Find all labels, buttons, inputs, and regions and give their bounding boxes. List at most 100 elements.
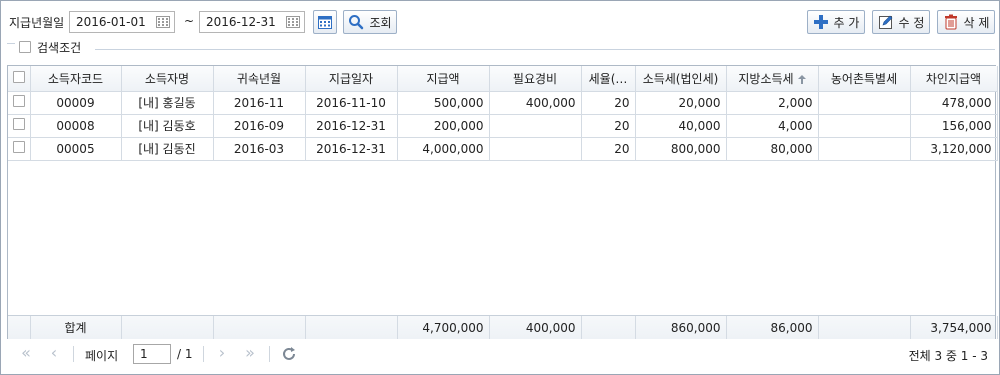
trash-icon [944, 14, 957, 30]
window-frame: 지급년월일 2016-01-01 ~ 2016-12-31 조회 추 가 수 정… [0, 0, 1000, 375]
row-select-cell[interactable] [8, 91, 31, 115]
add-button[interactable]: 추 가 [807, 10, 865, 34]
cell[interactable]: 2016-09 [213, 114, 306, 138]
cell[interactable]: [내] 김동진 [121, 137, 214, 161]
summary-expense: 400,000 [489, 316, 582, 339]
cell[interactable]: 2016-11-10 [305, 91, 398, 115]
cell[interactable]: 478,000 [910, 91, 998, 115]
search-button-label: 조회 [369, 15, 392, 30]
cell[interactable]: 20 [581, 91, 636, 115]
data-grid: 소득자코드 소득자명 귀속년월 지급일자 지급액 필요경비 세율(… 소득세(법… [7, 65, 998, 339]
condition-divider-line [95, 49, 995, 50]
column-header[interactable]: 차인지급액 [910, 66, 998, 92]
edit-pencil-icon [878, 15, 892, 29]
add-button-label: 추 가 [833, 15, 860, 30]
cell[interactable]: 2016-12-31 [305, 114, 398, 138]
cell[interactable] [489, 114, 582, 138]
cell[interactable]: 400,000 [489, 91, 582, 115]
summary-cell-empty [213, 316, 306, 339]
row-checkbox[interactable] [13, 141, 25, 153]
cell[interactable]: 20 [581, 114, 636, 138]
cell[interactable]: 00009 [30, 91, 122, 115]
cell[interactable]: 40,000 [635, 114, 727, 138]
row-checkbox[interactable] [13, 118, 25, 130]
search-condition-label: 검색조건 [37, 41, 82, 55]
cell[interactable] [818, 137, 911, 161]
edit-button-label: 수 정 [898, 15, 925, 30]
date-from-field[interactable]: 2016-01-01 [69, 11, 175, 33]
cell[interactable]: 800,000 [635, 137, 727, 161]
summary-local-tax: 86,000 [726, 316, 819, 339]
row-checkbox[interactable] [13, 95, 25, 107]
page-number-input[interactable]: 1 [133, 344, 171, 364]
cell[interactable]: 2016-03 [213, 137, 306, 161]
plus-icon [813, 15, 828, 29]
column-header[interactable]: 필요경비 [489, 66, 582, 92]
table-row[interactable]: 00008 [내] 김동호 2016-09 2016-12-31 200,000… [8, 114, 998, 138]
row-select-cell[interactable] [8, 137, 31, 161]
column-header-sorted[interactable]: 지방소득세 [726, 66, 819, 92]
column-header[interactable]: 귀속년월 [213, 66, 306, 92]
prev-page-icon[interactable]: ‹ [45, 344, 63, 362]
search-condition-checkbox[interactable] [19, 41, 31, 53]
summary-cell-empty [818, 316, 911, 339]
sort-ascending-icon [797, 74, 806, 84]
cell[interactable]: 156,000 [910, 114, 998, 138]
next-page-icon[interactable]: › [213, 344, 231, 362]
header-select-all[interactable] [8, 66, 31, 92]
cell[interactable]: 4,000 [726, 114, 819, 138]
last-page-icon[interactable]: » [241, 344, 259, 362]
calendar-button[interactable] [313, 10, 337, 34]
pager-separator [203, 346, 204, 362]
cell[interactable]: 20 [581, 137, 636, 161]
summary-cell-empty [581, 316, 636, 339]
table-row[interactable]: 00009 [내] 홍길동 2016-11 2016-11-10 500,000… [8, 91, 998, 115]
column-header[interactable]: 소득세(법인세) [635, 66, 727, 92]
cell[interactable]: 4,000,000 [397, 137, 490, 161]
cell[interactable]: [내] 홍길동 [121, 91, 214, 115]
column-header[interactable]: 소득자명 [121, 66, 214, 92]
edit-button[interactable]: 수 정 [872, 10, 930, 34]
cell[interactable]: 500,000 [397, 91, 490, 115]
summary-cell-empty [305, 316, 398, 339]
cell[interactable]: 80,000 [726, 137, 819, 161]
column-header[interactable]: 세율(… [581, 66, 636, 92]
row-select-cell[interactable] [8, 114, 31, 138]
date-to-field[interactable]: 2016-12-31 [199, 11, 305, 33]
pager-separator [73, 346, 74, 362]
date-range-tilde: ~ [184, 14, 195, 28]
summary-cell-empty [121, 316, 214, 339]
cell[interactable]: 00005 [30, 137, 122, 161]
date-from-value: 2016-01-01 [76, 15, 146, 29]
cell[interactable]: 200,000 [397, 114, 490, 138]
column-header[interactable]: 지급액 [397, 66, 490, 92]
delete-button[interactable]: 삭 제 [937, 10, 995, 34]
first-page-icon[interactable]: « [17, 344, 35, 362]
summary-net-pay: 3,754,000 [910, 316, 998, 339]
pager-separator [269, 346, 270, 362]
cell[interactable]: 2016-12-31 [305, 137, 398, 161]
cell[interactable]: 20,000 [635, 91, 727, 115]
calendar-icon [318, 16, 332, 29]
summary-income-tax: 860,000 [635, 316, 727, 339]
column-header[interactable]: 소득자코드 [30, 66, 122, 92]
cell[interactable]: 3,120,000 [910, 137, 998, 161]
select-all-checkbox[interactable] [13, 70, 25, 83]
page-label: 페이지 [85, 349, 119, 363]
pager: « ‹ 페이지 1 / 1 › » 전체 3 중 1 - 3 [7, 339, 996, 369]
column-header[interactable]: 지급일자 [305, 66, 398, 92]
calendar-grid-icon[interactable] [156, 16, 170, 28]
record-count-info: 전체 3 중 1 - 3 [908, 349, 988, 363]
cell[interactable]: 2016-11 [213, 91, 306, 115]
cell[interactable]: [내] 김동호 [121, 114, 214, 138]
cell[interactable] [818, 91, 911, 115]
refresh-icon[interactable] [281, 346, 297, 362]
cell[interactable] [818, 114, 911, 138]
cell[interactable] [489, 137, 582, 161]
table-row[interactable]: 00005 [내] 김동진 2016-03 2016-12-31 4,000,0… [8, 137, 998, 161]
column-header[interactable]: 농어촌특별세 [818, 66, 911, 92]
cell[interactable]: 2,000 [726, 91, 819, 115]
search-button[interactable]: 조회 [343, 10, 397, 34]
cell[interactable]: 00008 [30, 114, 122, 138]
calendar-grid-icon[interactable] [286, 16, 300, 28]
